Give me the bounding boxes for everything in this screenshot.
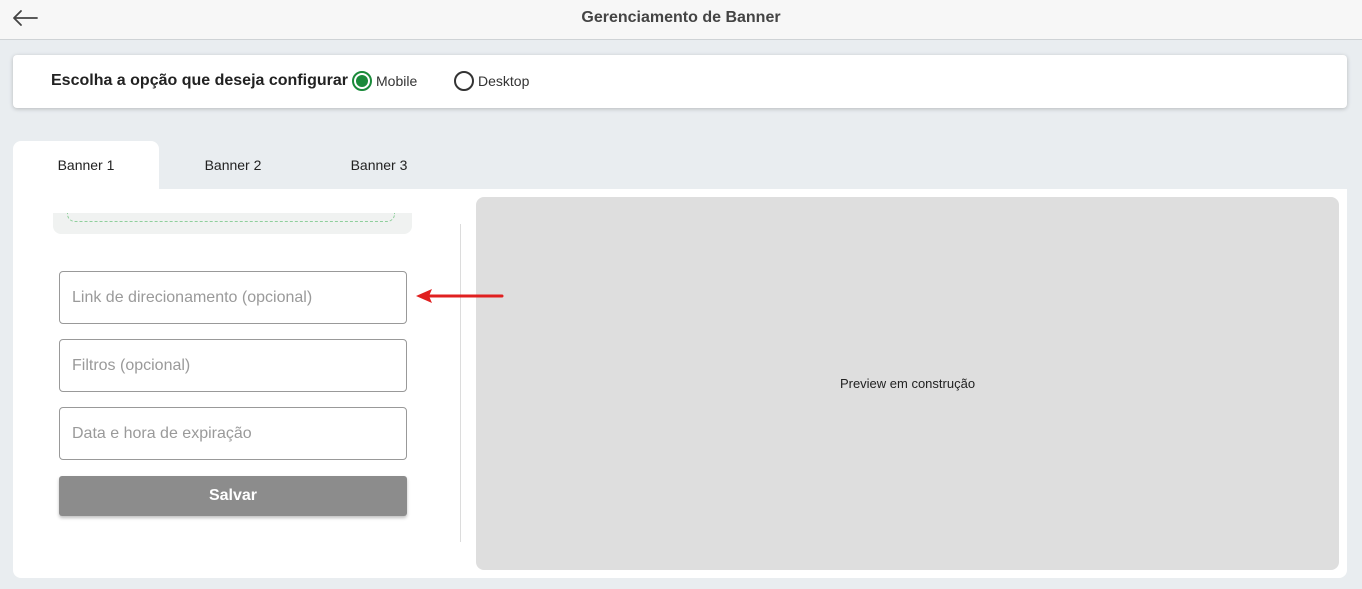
preview-text: Preview em construção [839, 376, 976, 391]
save-button[interactable]: Salvar [59, 476, 407, 516]
radio-unchecked-icon [454, 71, 474, 91]
radio-mobile[interactable]: Mobile [352, 71, 417, 91]
radio-checked-icon [352, 71, 372, 91]
annotation-arrow-icon [416, 289, 504, 303]
device-option-card: Escolha a opção que deseja configurar Mo… [13, 55, 1347, 108]
link-input[interactable] [59, 271, 407, 324]
expiration-datetime-input[interactable] [59, 407, 407, 460]
banner-preview: Preview em construção [476, 197, 1339, 570]
radio-desktop[interactable]: Desktop [454, 71, 529, 91]
tab-banner-3[interactable]: Banner 3 [306, 141, 452, 189]
page-title: Gerenciamento de Banner [581, 9, 781, 26]
tab-banner-2[interactable]: Banner 2 [160, 141, 306, 189]
option-label: Escolha a opção que deseja configurar [51, 72, 348, 89]
tab-banner-1[interactable]: Banner 1 [13, 141, 159, 189]
image-upload-area[interactable] [53, 213, 412, 234]
banner-panel: Salvar Preview em construção [13, 189, 1347, 578]
filtros-input[interactable] [59, 339, 407, 392]
upload-dashed-border [67, 213, 395, 222]
app-header: Gerenciamento de Banner [0, 0, 1362, 40]
radio-desktop-label: Desktop [478, 73, 530, 89]
vertical-divider [460, 224, 461, 542]
radio-mobile-label: Mobile [376, 73, 418, 89]
